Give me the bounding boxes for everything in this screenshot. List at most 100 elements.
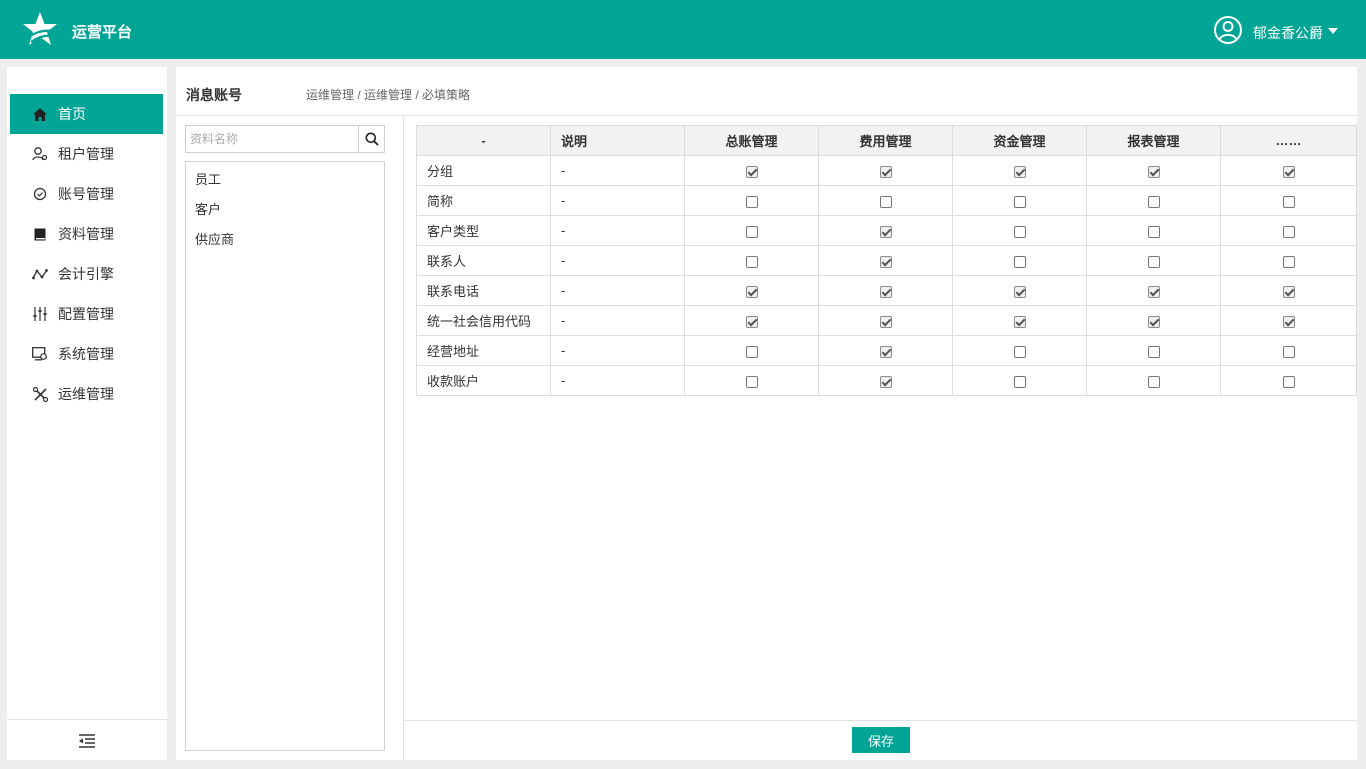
checkbox-unchecked[interactable] xyxy=(1147,195,1160,208)
sidebar-item-label: 系统管理 xyxy=(58,346,114,362)
column-header: …… xyxy=(1220,125,1357,156)
checkbox-checked[interactable] xyxy=(1147,165,1160,178)
checkbox-cell xyxy=(1220,305,1357,336)
checkbox-cell xyxy=(684,275,819,306)
row-description: - xyxy=(550,365,685,396)
star-logo-icon xyxy=(23,12,57,45)
checkbox-checked[interactable] xyxy=(745,315,758,328)
list-item[interactable]: 供应商 xyxy=(195,229,234,248)
checkbox-cell xyxy=(1220,335,1357,366)
save-button[interactable]: 保存 xyxy=(852,727,910,753)
data-list: 员工 客户 供应商 xyxy=(185,161,385,751)
checkbox-checked[interactable] xyxy=(1013,165,1026,178)
sidebar-item-config[interactable]: 配置管理 xyxy=(10,294,163,334)
sidebar-item-system[interactable]: 系统管理 xyxy=(10,334,163,374)
checkbox-checked[interactable] xyxy=(1282,285,1295,298)
row-label: 收款账户 xyxy=(416,365,551,396)
checkbox-unchecked[interactable] xyxy=(1282,195,1295,208)
checkbox-checked[interactable] xyxy=(879,225,892,238)
column-header: 报表管理 xyxy=(1086,125,1221,156)
collapse-menu-icon[interactable] xyxy=(79,734,95,748)
checkbox-unchecked[interactable] xyxy=(879,195,892,208)
checkbox-unchecked[interactable] xyxy=(745,225,758,238)
sidebar: 首页 租户管理 账号管理 资料管理 会计引擎 配置管理 系统管理 运维管理 xyxy=(7,67,167,760)
checkbox-unchecked[interactable] xyxy=(1282,375,1295,388)
checkbox-checked[interactable] xyxy=(745,165,758,178)
checkbox-checked[interactable] xyxy=(1282,165,1295,178)
checkbox-cell xyxy=(684,365,819,396)
checkbox-unchecked[interactable] xyxy=(1147,345,1160,358)
table-header-row: - 说明 总账管理 费用管理 资金管理 报表管理 …… xyxy=(416,125,1357,156)
policy-table: - 说明 总账管理 费用管理 资金管理 报表管理 …… 分组 - 简称 - 客户类型 - 联… xyxy=(416,125,1357,396)
list-item[interactable]: 员工 xyxy=(195,169,221,188)
row-description: - xyxy=(550,275,685,306)
search-button[interactable] xyxy=(358,126,384,152)
row-label: 联系人 xyxy=(416,245,551,276)
checkbox-unchecked[interactable] xyxy=(1147,375,1160,388)
checkbox-cell xyxy=(684,245,819,276)
chevron-down-icon[interactable] xyxy=(1328,28,1338,34)
table-row: 收款账户 - xyxy=(416,365,1357,396)
table-row: 简称 - xyxy=(416,185,1357,216)
checkbox-cell xyxy=(684,335,819,366)
checkbox-checked[interactable] xyxy=(745,285,758,298)
checkbox-checked[interactable] xyxy=(1282,315,1295,328)
checkbox-unchecked[interactable] xyxy=(745,345,758,358)
sidebar-item-data[interactable]: 资料管理 xyxy=(10,214,163,254)
checkbox-cell xyxy=(952,365,1087,396)
checkbox-cell xyxy=(952,245,1087,276)
checkbox-unchecked[interactable] xyxy=(1147,225,1160,238)
user-circle-icon[interactable] xyxy=(1213,15,1243,45)
sidebar-item-label: 配置管理 xyxy=(58,306,114,322)
row-description: - xyxy=(550,245,685,276)
checkbox-checked[interactable] xyxy=(879,285,892,298)
checkbox-unchecked[interactable] xyxy=(1013,225,1026,238)
row-description: - xyxy=(550,305,685,336)
table-body: 分组 - 简称 - 客户类型 - 联系人 - 联系电话 - 统一社会信用代码 - 经营地址 - 收款账户 - xyxy=(416,155,1357,396)
sidebar-item-tenant[interactable]: 租户管理 xyxy=(10,134,163,174)
checkbox-cell xyxy=(1220,185,1357,216)
checkbox-unchecked[interactable] xyxy=(1013,255,1026,268)
column-header: 总账管理 xyxy=(684,125,819,156)
sidebar-item-ops[interactable]: 运维管理 xyxy=(10,374,163,414)
checkbox-cell xyxy=(1220,215,1357,246)
checkbox-unchecked[interactable] xyxy=(745,255,758,268)
tools-icon xyxy=(32,386,48,402)
checkbox-unchecked[interactable] xyxy=(1147,255,1160,268)
sidebar-item-account[interactable]: 账号管理 xyxy=(10,174,163,214)
checkbox-checked[interactable] xyxy=(879,165,892,178)
checkbox-checked[interactable] xyxy=(879,315,892,328)
checkbox-cell xyxy=(818,365,953,396)
main-content: 消息账号 运维管理 / 运维管理 / 必填策略 员工 客户 供应商 - xyxy=(176,67,1357,760)
checkbox-unchecked[interactable] xyxy=(1282,345,1295,358)
list-item[interactable]: 客户 xyxy=(195,199,221,218)
user-name[interactable]: 郁金香公爵 xyxy=(1253,23,1323,43)
checkbox-unchecked[interactable] xyxy=(1013,345,1026,358)
checkbox-unchecked[interactable] xyxy=(745,375,758,388)
checkbox-checked[interactable] xyxy=(1147,315,1160,328)
checkbox-checked[interactable] xyxy=(879,375,892,388)
sidebar-item-label: 运维管理 xyxy=(58,386,114,402)
checkbox-unchecked[interactable] xyxy=(1282,225,1295,238)
page-title: 消息账号 xyxy=(186,87,242,103)
checkbox-unchecked[interactable] xyxy=(1282,255,1295,268)
search-box xyxy=(185,125,385,153)
sidebar-item-engine[interactable]: 会计引擎 xyxy=(10,254,163,294)
checkbox-cell xyxy=(818,335,953,366)
table-row: 统一社会信用代码 - xyxy=(416,305,1357,336)
checkbox-unchecked[interactable] xyxy=(1013,195,1026,208)
checkbox-unchecked[interactable] xyxy=(1013,375,1026,388)
checkbox-cell xyxy=(952,215,1087,246)
search-icon xyxy=(365,132,379,146)
checkbox-checked[interactable] xyxy=(879,345,892,358)
table-row: 联系人 - xyxy=(416,245,1357,276)
row-label: 经营地址 xyxy=(416,335,551,366)
checkbox-checked[interactable] xyxy=(1013,285,1026,298)
checkbox-checked[interactable] xyxy=(879,255,892,268)
checkbox-unchecked[interactable] xyxy=(745,195,758,208)
divider xyxy=(403,116,404,760)
sidebar-item-home[interactable]: 首页 xyxy=(10,94,163,134)
checkbox-checked[interactable] xyxy=(1147,285,1160,298)
search-input[interactable] xyxy=(186,126,358,152)
checkbox-checked[interactable] xyxy=(1013,315,1026,328)
